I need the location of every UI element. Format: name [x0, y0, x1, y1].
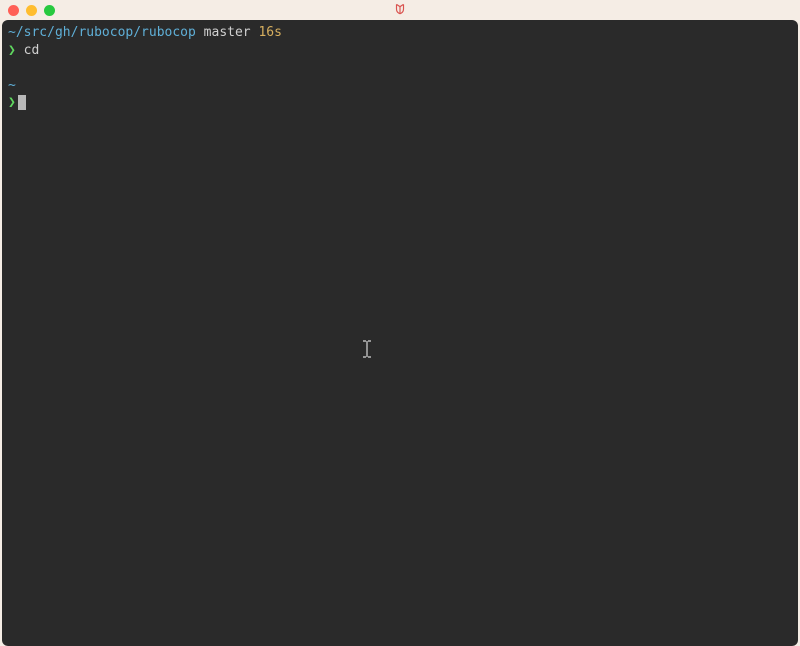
terminal-window: ~/src/gh/rubocop/rubocop master 16s ❯ cd… [0, 0, 800, 646]
prompt-line-2: ~ [8, 77, 792, 95]
maximize-button[interactable] [44, 5, 55, 16]
command-line-2: ❯ [8, 94, 792, 112]
exec-time: 16s [258, 25, 281, 40]
prompt-symbol-2: ❯ [8, 95, 16, 110]
blank-line [8, 59, 792, 77]
cwd-path: ~/src/gh/rubocop/rubocop [8, 25, 196, 40]
cwd-path-2: ~ [8, 78, 16, 93]
close-button[interactable] [8, 5, 19, 16]
title-bar [0, 0, 800, 20]
terminal-content[interactable]: ~/src/gh/rubocop/rubocop master 16s ❯ cd… [2, 20, 798, 646]
app-icon [393, 2, 407, 19]
minimize-button[interactable] [26, 5, 37, 16]
prompt-symbol: ❯ [8, 43, 16, 58]
cursor [18, 95, 26, 110]
text-cursor-icon [362, 340, 372, 364]
git-branch: master [204, 25, 251, 40]
command-line-1: ❯ cd [8, 42, 792, 60]
traffic-lights [8, 5, 55, 16]
prompt-line-1: ~/src/gh/rubocop/rubocop master 16s [8, 24, 792, 42]
command-text: cd [24, 43, 40, 58]
